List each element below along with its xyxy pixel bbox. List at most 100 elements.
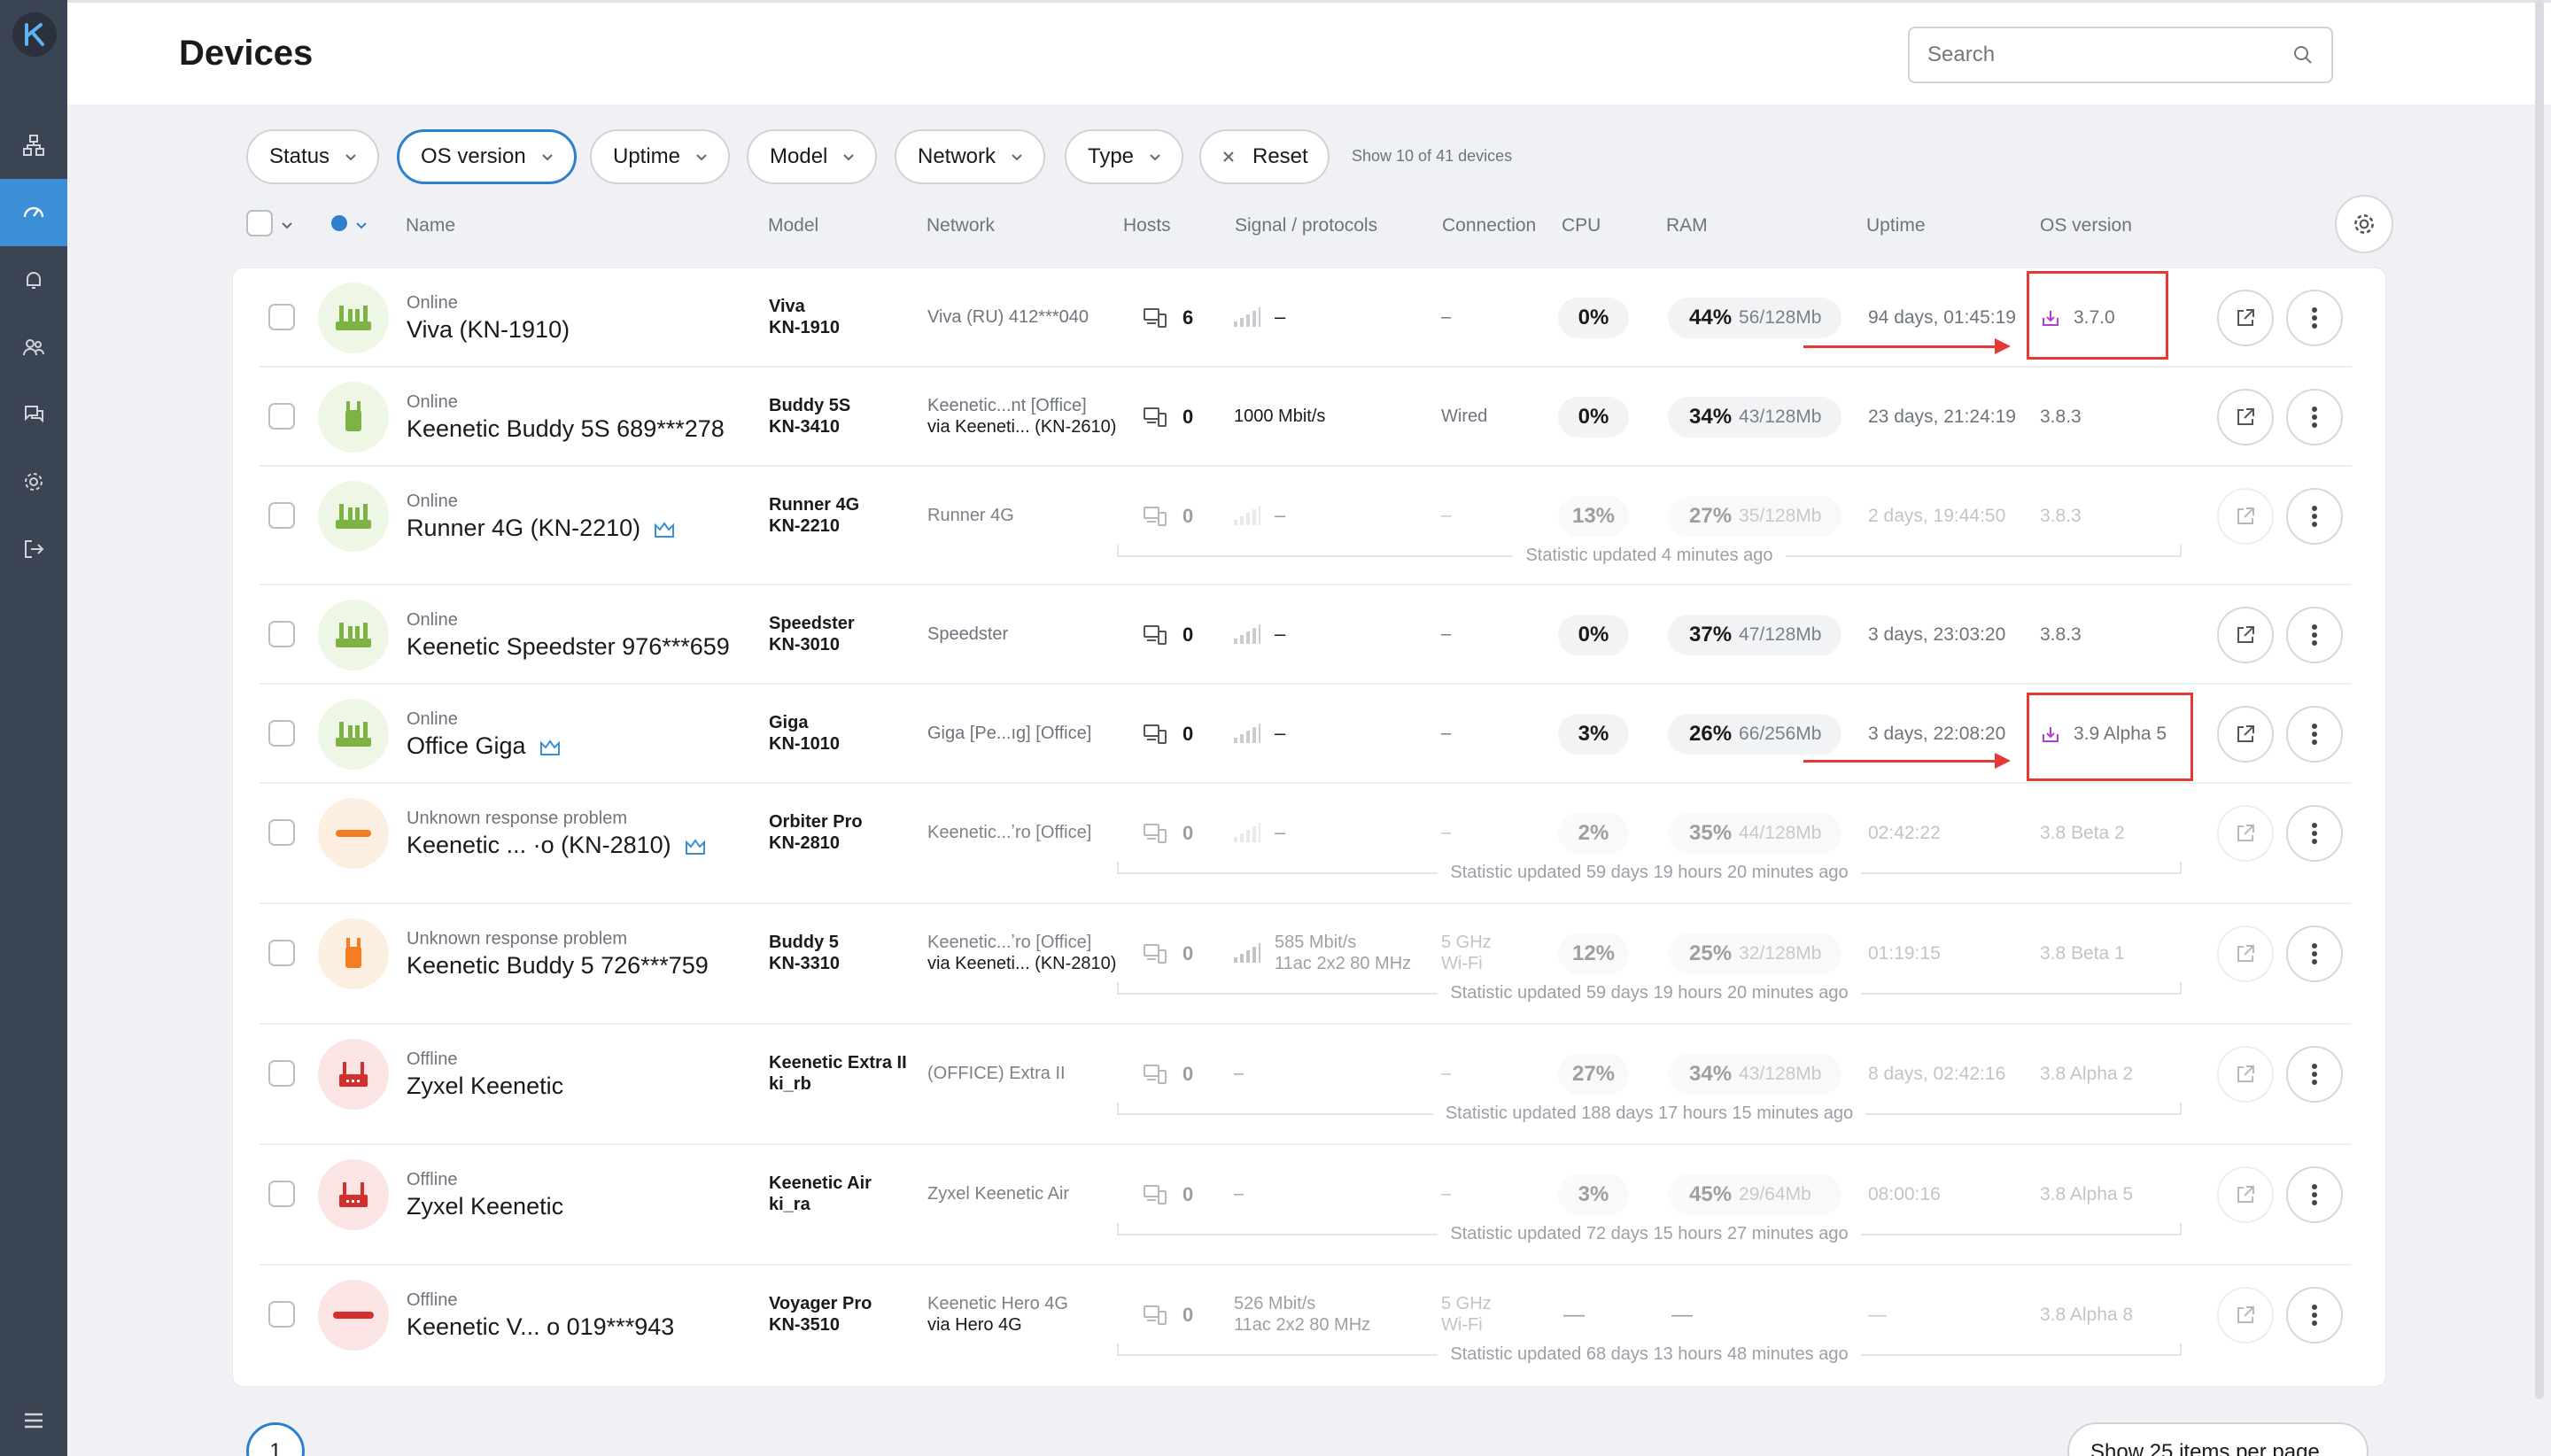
sidebar-item-messages[interactable]	[0, 381, 67, 448]
open-device-button[interactable]	[2217, 389, 2274, 445]
sidebar-item-users[interactable]	[0, 314, 67, 381]
device-network[interactable]: Keenetic...ʼro [Office]	[927, 823, 1091, 843]
table-row[interactable]: Online Keenetic Buddy 5S 689***278 Buddy 5…	[233, 368, 2387, 467]
sidebar-menu-toggle[interactable]	[0, 1387, 67, 1454]
status-dot-filter[interactable]	[331, 215, 347, 231]
col-network[interactable]: Network	[927, 215, 995, 236]
col-connection[interactable]: Connection	[1442, 215, 1536, 236]
device-name[interactable]: Viva (KN-1910)	[407, 316, 570, 344]
filter-type[interactable]: Type	[1065, 129, 1184, 184]
col-ram[interactable]: RAM	[1666, 215, 1708, 236]
col-uptime[interactable]: Uptime	[1866, 215, 1926, 236]
filter-os-version[interactable]: OS version	[397, 129, 577, 184]
device-network[interactable]: Runner 4G	[927, 506, 1014, 526]
col-os-version[interactable]: OS version	[2040, 215, 2132, 236]
table-row[interactable]: Offline Keenetic V... o 019***943 Voyager …	[233, 1266, 2387, 1386]
os-version[interactable]: 3.8.3	[2040, 624, 2082, 646]
filter-uptime[interactable]: Uptime	[590, 129, 731, 184]
open-device-button[interactable]	[2217, 607, 2274, 663]
filter-network[interactable]: Network	[895, 129, 1046, 184]
row-checkbox[interactable]	[268, 1301, 295, 1328]
more-options-button[interactable]	[2286, 1166, 2343, 1223]
row-checkbox[interactable]	[268, 304, 295, 330]
open-device-button[interactable]	[2217, 925, 2274, 982]
col-hosts[interactable]: Hosts	[1123, 215, 1171, 236]
more-options-button[interactable]	[2286, 1046, 2343, 1103]
sidebar-item-network[interactable]	[0, 112, 67, 179]
col-name[interactable]: Name	[406, 215, 455, 236]
table-row[interactable]: Offline Zyxel Keenetic Keenetic Extra II ki…	[233, 1025, 2387, 1145]
open-device-button[interactable]	[2217, 805, 2274, 862]
row-checkbox[interactable]	[268, 621, 295, 647]
device-name[interactable]: Keenetic Speedster 976***659	[407, 633, 730, 661]
more-options-button[interactable]	[2286, 290, 2343, 346]
row-checkbox[interactable]	[268, 1060, 295, 1087]
row-checkbox[interactable]	[268, 940, 295, 966]
device-name[interactable]: Runner 4G (KN-2210)	[407, 515, 676, 542]
search-box[interactable]	[1908, 27, 2333, 83]
device-name[interactable]: Keenetic Buddy 5 726***759	[407, 952, 709, 980]
os-version[interactable]: 3.8 Alpha 8	[2040, 1305, 2133, 1326]
open-device-button[interactable]	[2217, 1046, 2274, 1103]
col-cpu[interactable]: CPU	[1562, 215, 1601, 236]
more-options-button[interactable]	[2286, 925, 2343, 982]
row-checkbox[interactable]	[268, 502, 295, 529]
device-network[interactable]: Speedster	[927, 624, 1008, 645]
table-row[interactable]: Online Keenetic Speedster 976***659 Speeds…	[233, 585, 2387, 685]
device-name[interactable]: Keenetic ... ·o (KN-2810)	[407, 832, 707, 859]
sidebar-item-settings[interactable]	[0, 448, 67, 515]
os-version[interactable]: 3.8 Alpha 5	[2040, 1184, 2133, 1205]
select-all-checkbox[interactable]	[246, 210, 273, 236]
device-name[interactable]: Keenetic V... o 019***943	[407, 1313, 674, 1341]
table-row[interactable]: Unknown response problem Keenetic Buddy 5…	[233, 904, 2387, 1025]
col-model[interactable]: Model	[768, 215, 818, 236]
reset-button[interactable]: Reset	[1199, 129, 1330, 184]
search-input[interactable]	[1927, 28, 2282, 81]
more-options-button[interactable]	[2286, 488, 2343, 545]
page-1-button[interactable]: 1	[246, 1422, 305, 1456]
device-name[interactable]: Office Giga	[407, 732, 562, 760]
table-row[interactable]: Unknown response problem Keenetic ... ·o …	[233, 784, 2387, 904]
device-network[interactable]: Viva (RU) 412***040	[927, 307, 1089, 328]
device-network[interactable]: (OFFICE) Extra II	[927, 1064, 1066, 1084]
device-network[interactable]: Keenetic Hero 4G	[927, 1294, 1068, 1314]
more-options-button[interactable]	[2286, 607, 2343, 663]
search-icon[interactable]	[2292, 44, 2314, 66]
open-device-button[interactable]	[2217, 706, 2274, 763]
table-row[interactable]: Offline Zyxel Keenetic Keenetic Air ki_ra Zy…	[233, 1145, 2387, 1266]
keenetic-logo[interactable]	[12, 12, 57, 57]
device-network[interactable]: Keenetic...ʼro [Office]	[927, 933, 1091, 953]
more-options-button[interactable]	[2286, 1287, 2343, 1344]
sidebar-item-notifications[interactable]	[0, 246, 67, 314]
open-device-button[interactable]	[2217, 488, 2274, 545]
table-row[interactable]: Online Runner 4G (KN-2210) Runner 4G KN-221…	[233, 467, 2387, 585]
chevron-down-icon[interactable]	[354, 218, 368, 232]
device-name[interactable]: Zyxel Keenetic	[407, 1073, 563, 1100]
os-version[interactable]: 3.8 Alpha 2	[2040, 1064, 2133, 1085]
table-settings-button[interactable]	[2335, 195, 2393, 253]
scrollbar[interactable]	[2535, 0, 2544, 1399]
filter-model[interactable]: Model	[747, 129, 878, 184]
filter-status[interactable]: Status	[246, 129, 380, 184]
device-name[interactable]: Keenetic Buddy 5S 689***278	[407, 415, 725, 443]
device-network[interactable]: Giga [Pe...ıg] [Office]	[927, 724, 1091, 744]
row-checkbox[interactable]	[268, 819, 295, 846]
device-network[interactable]: Zyxel Keenetic Air	[927, 1184, 1069, 1204]
open-device-button[interactable]	[2217, 1287, 2274, 1344]
os-version[interactable]: 3.8 Beta 2	[2040, 823, 2125, 844]
sidebar-item-dashboard[interactable]	[0, 179, 67, 246]
os-version[interactable]: 3.8.3	[2040, 407, 2082, 428]
more-options-button[interactable]	[2286, 389, 2343, 445]
more-options-button[interactable]	[2286, 706, 2343, 763]
more-options-button[interactable]	[2286, 805, 2343, 862]
sidebar-item-logout[interactable]	[0, 515, 67, 583]
open-device-button[interactable]	[2217, 1166, 2274, 1223]
open-device-button[interactable]	[2217, 290, 2274, 346]
row-checkbox[interactable]	[268, 1181, 295, 1207]
col-signal[interactable]: Signal / protocols	[1235, 215, 1377, 236]
per-page-select[interactable]: Show 25 items per page	[2067, 1422, 2369, 1456]
os-version[interactable]: 3.8 Beta 1	[2040, 943, 2125, 964]
chevron-down-icon[interactable]	[280, 218, 294, 232]
row-checkbox[interactable]	[268, 720, 295, 747]
row-checkbox[interactable]	[268, 403, 295, 430]
